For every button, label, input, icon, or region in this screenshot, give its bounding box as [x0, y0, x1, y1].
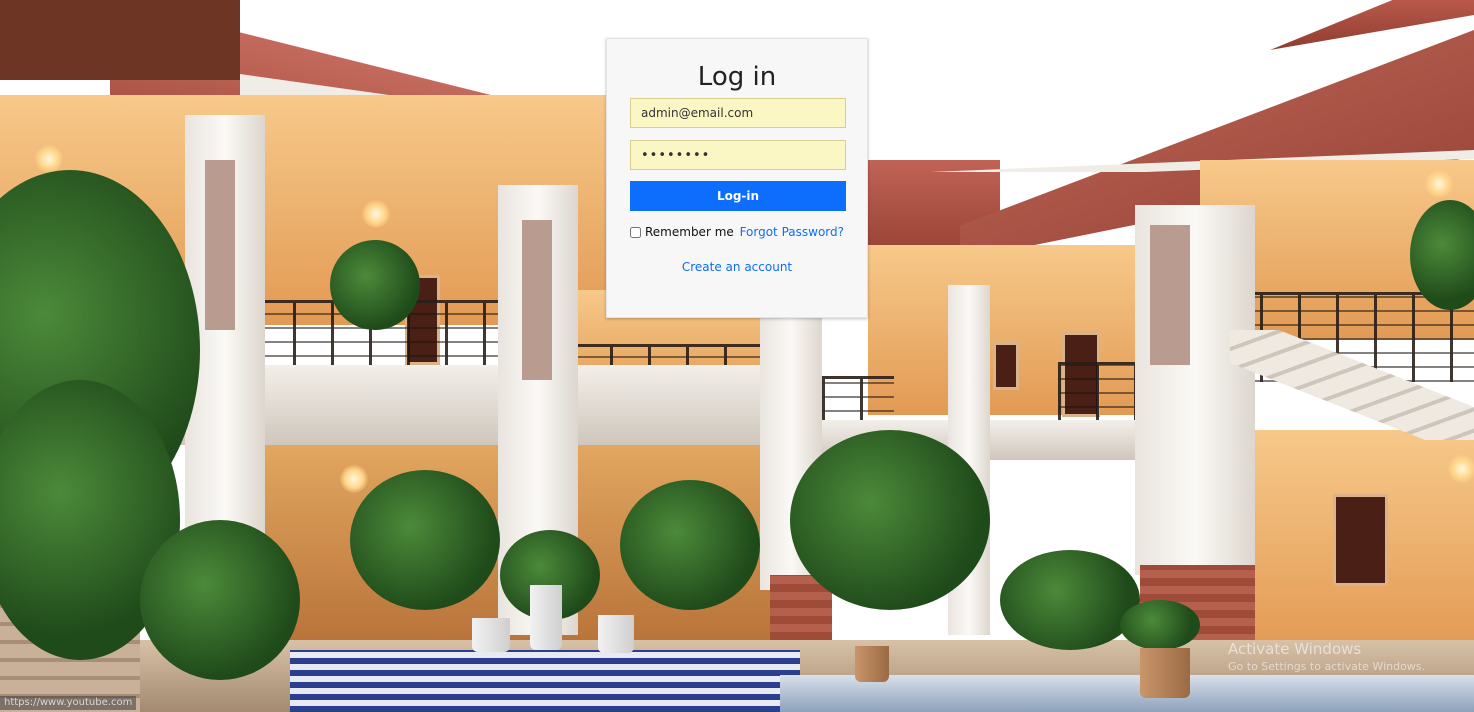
lamp	[340, 465, 368, 493]
plant	[620, 480, 760, 610]
fern	[1000, 550, 1140, 650]
planter	[855, 646, 889, 682]
remember-me[interactable]: Remember me	[630, 224, 734, 240]
window	[993, 342, 1019, 390]
remember-me-checkbox[interactable]	[630, 226, 641, 238]
balcony-plant	[330, 240, 420, 330]
remember-me-label: Remember me	[645, 225, 734, 239]
palm-plant	[350, 470, 500, 610]
pillar-inset	[1150, 225, 1190, 365]
planter	[472, 618, 510, 652]
watermark-subtitle: Go to Settings to activate Windows.	[1228, 660, 1426, 673]
status-bar-url: https://www.youtube.com	[0, 696, 137, 710]
pool-steps	[290, 650, 800, 712]
forgot-password-link[interactable]: Forgot Password?	[740, 224, 844, 240]
shrub	[140, 520, 300, 680]
planter	[530, 585, 562, 650]
pillar-inset	[205, 160, 235, 330]
plant	[1120, 600, 1200, 650]
login-title: Log in	[697, 62, 777, 92]
roof-eave-left	[0, 0, 240, 80]
window	[1333, 494, 1388, 586]
lamp	[362, 200, 390, 228]
lamp	[35, 145, 63, 173]
balcony-railing	[822, 376, 894, 426]
create-account-link[interactable]: Create an account	[682, 260, 792, 274]
email-input[interactable]	[630, 98, 846, 128]
flowering-tree	[790, 430, 990, 610]
planter	[1140, 648, 1190, 698]
password-input[interactable]	[630, 140, 846, 170]
planter	[598, 615, 634, 653]
pillar-inset	[522, 220, 552, 380]
create-account-row: Create an account	[607, 259, 867, 275]
activate-windows-watermark: Activate Windows Go to Settings to activ…	[1228, 640, 1425, 676]
login-card: Log in Log-in Remember me Forgot Passwor…	[606, 38, 868, 318]
balcony-railing	[1058, 362, 1144, 422]
lamp	[1448, 455, 1474, 483]
lamp	[1425, 170, 1453, 198]
watermark-title: Activate Windows	[1228, 640, 1362, 658]
login-button[interactable]: Log-in	[630, 181, 846, 211]
